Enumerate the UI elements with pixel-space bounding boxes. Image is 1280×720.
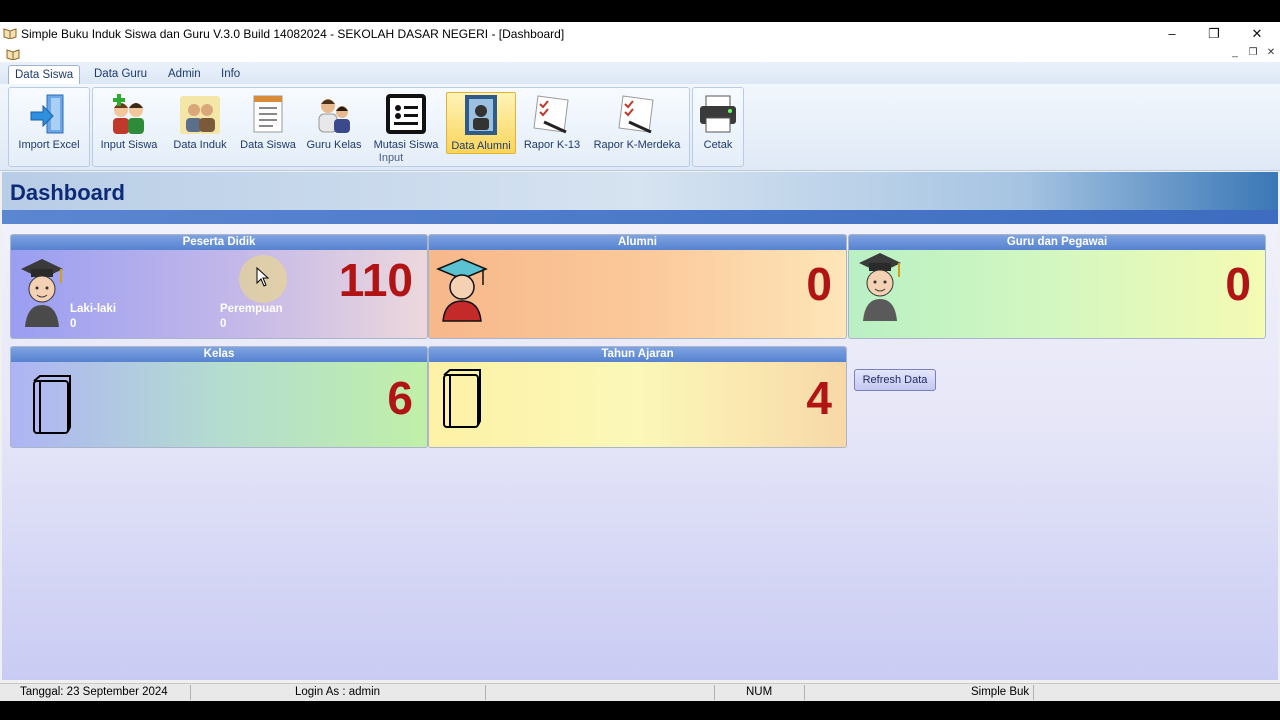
title-bar: Simple Buku Induk Siswa dan Guru V.3.0 B… — [0, 22, 1280, 46]
kelas-value: 6 — [387, 372, 413, 424]
alumni-value: 0 — [806, 258, 832, 310]
ribbon-group-input: Input Siswa Data Induk Data Siswa Guru K… — [92, 87, 690, 167]
status-login: Login As : admin — [295, 686, 381, 698]
status-app-name: Simple Buk — [971, 686, 1030, 698]
transfer-document-icon — [386, 94, 426, 134]
status-separator — [485, 685, 486, 700]
dashboard-panel: Dashboard Peserta Didik 110 Laki-laki 0 … — [2, 172, 1278, 680]
restore-button[interactable]: ❐ — [1192, 24, 1236, 44]
group-input-label: Input — [378, 152, 404, 164]
book-icon — [3, 28, 17, 39]
mdi-close-button[interactable]: ✕ — [1264, 46, 1278, 60]
data-siswa-label: Data Siswa — [240, 139, 296, 151]
status-separator — [1033, 685, 1034, 700]
rapor-kmerdeka-label: Rapor K-Merdeka — [593, 139, 681, 151]
card-guru-pegawai: Guru dan Pegawai 0 — [848, 234, 1266, 339]
input-siswa-label: Input Siswa — [100, 139, 158, 151]
tab-data-guru[interactable]: Data Guru — [88, 65, 153, 83]
card-header: Tahun Ajaran — [429, 347, 846, 362]
mouse-pointer-icon — [256, 267, 270, 287]
card-header: Kelas — [11, 347, 427, 362]
import-excel-button[interactable]: Import Excel — [11, 92, 87, 152]
guru-kelas-button[interactable]: Guru Kelas — [301, 92, 367, 152]
card-alumni: Alumni 0 — [428, 234, 847, 339]
guru-kelas-label: Guru Kelas — [306, 139, 362, 151]
status-separator — [804, 685, 805, 700]
guru-value: 0 — [1225, 258, 1251, 310]
status-num: NUM — [746, 686, 773, 698]
ribbon: Import Excel Input Siswa Data Induk Data… — [0, 84, 1280, 171]
card-kelas: Kelas 6 — [10, 346, 428, 448]
report-card-icon — [533, 95, 569, 134]
mutasi-siswa-label: Mutasi Siswa — [373, 139, 439, 151]
data-induk-icon — [180, 96, 220, 134]
book-icon — [33, 375, 71, 434]
document-list-icon — [253, 95, 283, 133]
add-students-icon — [113, 94, 144, 134]
close-button[interactable]: ✕ — [1235, 24, 1279, 44]
data-alumni-button[interactable]: Data Alumni — [446, 92, 516, 154]
book-icon — [6, 49, 20, 60]
app-window: Simple Buku Induk Siswa dan Guru V.3.0 B… — [0, 22, 1280, 701]
mutasi-siswa-button[interactable]: Mutasi Siswa — [369, 92, 443, 152]
rapor-k13-button[interactable]: Rapor K-13 — [517, 92, 587, 152]
mdi-strip: _ ❐ ✕ — [0, 46, 1280, 62]
menu-bar: Data Siswa Data Guru Admin Info — [0, 62, 1280, 84]
input-siswa-button[interactable]: Input Siswa — [95, 92, 163, 152]
ribbon-group-import: Import Excel — [8, 87, 90, 167]
alumni-folder-icon — [465, 95, 497, 135]
mdi-minimize-button[interactable]: _ — [1228, 46, 1242, 60]
status-separator — [190, 685, 191, 700]
card-tahun-ajaran: Tahun Ajaran 4 — [428, 346, 847, 448]
minimize-button[interactable]: – — [1150, 24, 1194, 44]
teacher-icon — [318, 99, 350, 133]
status-date: Tanggal: 23 September 2024 — [20, 686, 168, 698]
cetak-button[interactable]: Cetak — [695, 92, 741, 152]
tab-admin[interactable]: Admin — [162, 65, 207, 83]
book-icon — [443, 369, 481, 428]
refresh-data-button[interactable]: Refresh Data — [854, 369, 936, 391]
import-excel-icon — [30, 94, 64, 134]
laki-laki-label: Laki-laki — [70, 303, 117, 315]
peserta-total-value: 110 — [338, 254, 413, 306]
data-alumni-label: Data Alumni — [451, 140, 511, 152]
report-card-icon — [618, 95, 654, 134]
perempuan-label: Perempuan — [220, 303, 283, 315]
status-separator — [714, 685, 715, 700]
perempuan-value: 0 — [220, 318, 227, 330]
tab-data-siswa[interactable]: Data Siswa — [8, 65, 81, 84]
card-header: Peserta Didik — [11, 235, 427, 250]
rapor-kmerdeka-button[interactable]: Rapor K-Merdeka — [589, 92, 685, 152]
mdi-restore-button[interactable]: ❐ — [1246, 46, 1260, 60]
tab-info[interactable]: Info — [215, 65, 246, 83]
card-header: Alumni — [429, 235, 846, 250]
rapor-k13-label: Rapor K-13 — [523, 139, 581, 151]
dashboard-header-bar — [2, 210, 1278, 224]
data-siswa-button[interactable]: Data Siswa — [235, 92, 301, 152]
tahun-ajaran-value: 4 — [806, 372, 832, 424]
dashboard-header: Dashboard — [2, 172, 1278, 210]
card-header: Guru dan Pegawai — [849, 235, 1265, 250]
laki-laki-value: 0 — [70, 318, 77, 330]
printer-icon — [700, 95, 736, 133]
import-excel-label: Import Excel — [18, 139, 80, 151]
window-title: Simple Buku Induk Siswa dan Guru V.3.0 B… — [21, 27, 565, 41]
status-bar: Tanggal: 23 September 2024 Login As : ad… — [0, 683, 1280, 701]
data-induk-label: Data Induk — [173, 139, 227, 151]
ribbon-group-cetak: Cetak — [692, 87, 744, 167]
cetak-label: Cetak — [703, 139, 733, 151]
data-induk-button[interactable]: Data Induk — [167, 92, 233, 152]
graduate-student-icon — [21, 259, 63, 327]
teacher-graduate-icon — [859, 253, 901, 321]
page-title: Dashboard — [10, 180, 125, 205]
graduate-icon — [436, 258, 488, 322]
card-peserta-didik: Peserta Didik 110 Laki-laki 0 Perempuan … — [10, 234, 428, 339]
